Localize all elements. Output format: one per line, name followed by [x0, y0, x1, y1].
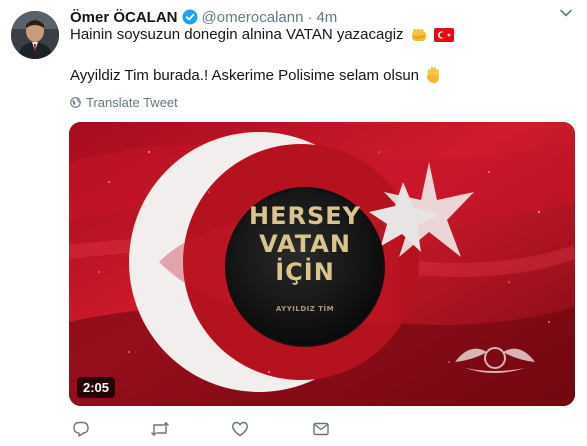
- overlay-small-text: AYYILDIZ TİM: [275, 305, 335, 313]
- tweet-header: Ömer ÖCALAN @omerocalann · 4m: [70, 7, 337, 27]
- tweet-timestamp[interactable]: 4m: [316, 9, 337, 26]
- fist-emoji-icon: [410, 27, 428, 43]
- heart-icon[interactable]: [231, 420, 249, 438]
- globe-icon: [70, 97, 81, 108]
- tweet-text-line-2: Ayyildiz Tim burada.! Askerime Polisime …: [70, 66, 441, 84]
- tweet-actions: [70, 420, 340, 440]
- envelope-icon[interactable]: [312, 420, 330, 438]
- turkey-flag-emoji-icon: [433, 27, 454, 42]
- separator-dot: ·: [307, 8, 313, 26]
- video-duration-badge: 2:05: [77, 377, 116, 398]
- reply-icon[interactable]: [72, 420, 90, 438]
- tweet-text-1: Hainin soysuzun donegin alnina VATAN yaz…: [70, 26, 404, 43]
- translate-tweet-link[interactable]: Translate Tweet: [70, 95, 178, 110]
- translate-label: Translate Tweet: [86, 95, 178, 110]
- author-handle[interactable]: @omerocalann: [202, 9, 304, 26]
- retweet-icon[interactable]: [150, 420, 170, 438]
- author-name[interactable]: Ömer ÖCALAN: [70, 9, 178, 26]
- tweet-text-2: Ayyildiz Tim burada.! Askerime Polisime …: [70, 66, 420, 84]
- chevron-down-icon[interactable]: [559, 6, 573, 25]
- raised-hand-emoji-icon: [425, 66, 441, 84]
- tweet-text-line-1: Hainin soysuzun donegin alnina VATAN yaz…: [70, 26, 454, 43]
- overlay-line-3: İÇİN: [275, 258, 335, 286]
- avatar[interactable]: [11, 11, 59, 59]
- overlay-line-1: HERSEY: [248, 202, 362, 230]
- video-player[interactable]: HERSEY VATAN İÇİN AYYILDIZ TİM 2:05: [69, 122, 575, 406]
- video-overlay-text: HERSEY VATAN İÇİN AYYILDIZ TİM: [226, 202, 384, 316]
- overlay-line-2: VATAN: [259, 230, 351, 258]
- verified-badge-icon: [182, 9, 198, 25]
